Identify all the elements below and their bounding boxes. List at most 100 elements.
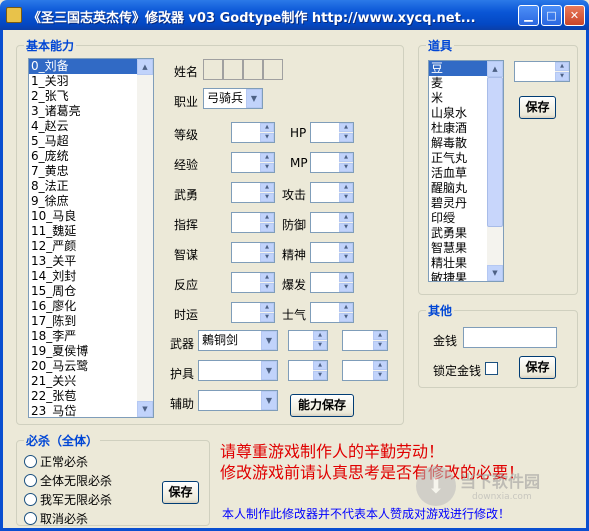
spin-up-icon[interactable]: ▲ <box>260 303 274 312</box>
exp-field[interactable]: ▲ ▼ <box>231 152 275 173</box>
character-list-item[interactable]: 16_廖化 <box>29 299 153 314</box>
spin-up-icon[interactable]: ▲ <box>313 331 327 340</box>
character-list-item[interactable]: 22_张苞 <box>29 389 153 404</box>
spin-up-icon[interactable]: ▲ <box>373 331 387 340</box>
spin-down-icon[interactable]: ▼ <box>260 283 274 292</box>
armor-select[interactable]: ▼ <box>198 360 278 381</box>
spin-up-icon[interactable]: ▲ <box>313 361 327 370</box>
intellect-field[interactable]: ▲ ▼ <box>231 242 275 263</box>
character-list-item[interactable]: 9_徐庶 <box>29 194 153 209</box>
spin-down-icon[interactable]: ▼ <box>260 253 274 262</box>
kill-option-radio[interactable]: 我军无限必杀 <box>24 493 112 508</box>
luck-field[interactable]: ▲ ▼ <box>231 302 275 323</box>
spin-up-icon[interactable]: ▲ <box>260 213 274 222</box>
force-field[interactable]: ▲ ▼ <box>231 182 275 203</box>
command-field[interactable]: ▲ ▼ <box>231 212 275 233</box>
spin-down-icon[interactable]: ▼ <box>339 133 353 142</box>
character-list-item[interactable]: 21_关兴 <box>29 374 153 389</box>
kill-option-radio[interactable]: 正常必杀 <box>24 455 88 470</box>
character-list-item[interactable]: 2_张飞 <box>29 89 153 104</box>
radio-icon[interactable] <box>24 493 37 506</box>
radio-icon[interactable] <box>24 512 37 525</box>
radio-icon[interactable] <box>24 455 37 468</box>
maximize-button[interactable]: □ <box>541 5 562 26</box>
spin-up-icon[interactable]: ▲ <box>339 213 353 222</box>
name-char-4[interactable] <box>263 59 283 80</box>
scroll-down-icon[interactable]: ▼ <box>487 265 503 281</box>
character-list-item[interactable]: 5_马超 <box>29 134 153 149</box>
character-list-item[interactable]: 20_马云鹭 <box>29 359 153 374</box>
name-char-1[interactable] <box>203 59 223 80</box>
other-save-button[interactable]: 保存 <box>519 356 556 379</box>
spin-up-icon[interactable]: ▲ <box>339 303 353 312</box>
character-list-item[interactable]: 3_诸葛亮 <box>29 104 153 119</box>
chevron-down-icon[interactable]: ▼ <box>261 391 277 410</box>
spin-down-icon[interactable]: ▼ <box>339 223 353 232</box>
close-button[interactable]: ✕ <box>564 5 585 26</box>
armor-param-2[interactable]: ▲ ▼ <box>342 360 388 381</box>
chevron-down-icon[interactable]: ▼ <box>261 331 277 350</box>
character-list[interactable]: 0_刘备 1_关羽 2_张飞 3_诸葛亮 4_赵云 5_马超 6_庞统 7_黄忠 8_法正 9_徐… <box>28 58 154 418</box>
spin-down-icon[interactable]: ▼ <box>313 371 327 380</box>
ability-save-button[interactable]: 能力保存 <box>290 394 354 417</box>
money-field[interactable] <box>463 327 557 348</box>
level-field[interactable]: ▲ ▼ <box>231 122 275 143</box>
spin-up-icon[interactable]: ▲ <box>339 123 353 132</box>
lock-money-checkbox[interactable] <box>485 362 498 375</box>
radio-icon[interactable] <box>24 474 37 487</box>
spin-up-icon[interactable]: ▲ <box>260 183 274 192</box>
kill-option-radio[interactable]: 取消必杀 <box>24 512 88 527</box>
spin-down-icon[interactable]: ▼ <box>260 223 274 232</box>
scroll-up-icon[interactable]: ▲ <box>487 61 503 77</box>
character-list-item[interactable]: 17_陈到 <box>29 314 153 329</box>
character-list-item[interactable]: 18_李严 <box>29 329 153 344</box>
spin-down-icon[interactable]: ▼ <box>260 163 274 172</box>
character-list-item[interactable]: 13_关平 <box>29 254 153 269</box>
character-list-item[interactable]: 15_周仓 <box>29 284 153 299</box>
character-list-item[interactable]: 0_刘备 <box>29 59 153 74</box>
chevron-down-icon[interactable]: ▼ <box>261 361 277 380</box>
title-bar[interactable]: 《圣三国志英杰传》修改器 v03 Godtype制作 http://www.xy… <box>0 0 589 30</box>
burst-field[interactable]: ▲ ▼ <box>310 272 354 293</box>
mp-field[interactable]: ▲ ▼ <box>310 152 354 173</box>
character-list-item[interactable]: 8_法正 <box>29 179 153 194</box>
kill-save-button[interactable]: 保存 <box>162 481 199 504</box>
spin-down-icon[interactable]: ▼ <box>339 313 353 322</box>
weapon-param-2[interactable]: ▲ ▼ <box>342 330 388 351</box>
item-list-scrollbar[interactable]: ▲ ▼ <box>487 61 503 281</box>
character-list-item[interactable]: 10_马良 <box>29 209 153 224</box>
spin-down-icon[interactable]: ▼ <box>260 193 274 202</box>
attack-field[interactable]: ▲ ▼ <box>310 182 354 203</box>
spin-down-icon[interactable]: ▼ <box>373 341 387 350</box>
minimize-button[interactable]: ▁ <box>518 5 539 26</box>
kill-option-radio[interactable]: 全体无限必杀 <box>24 474 112 489</box>
spin-down-icon[interactable]: ▼ <box>260 133 274 142</box>
weapon-param-1[interactable]: ▲ ▼ <box>288 330 328 351</box>
spin-down-icon[interactable]: ▼ <box>373 371 387 380</box>
name-char-3[interactable] <box>243 59 263 80</box>
hp-field[interactable]: ▲ ▼ <box>310 122 354 143</box>
character-list-item[interactable]: 19_夏侯博 <box>29 344 153 359</box>
scroll-thumb[interactable] <box>487 77 503 227</box>
scroll-down-icon[interactable]: ▼ <box>137 401 153 417</box>
spin-down-icon[interactable]: ▼ <box>339 163 353 172</box>
spin-down-icon[interactable]: ▼ <box>555 72 569 81</box>
spin-up-icon[interactable]: ▲ <box>260 123 274 132</box>
character-list-item[interactable]: 7_黄忠 <box>29 164 153 179</box>
armor-param-1[interactable]: ▲ ▼ <box>288 360 328 381</box>
character-list-item[interactable]: 11_魏延 <box>29 224 153 239</box>
spin-up-icon[interactable]: ▲ <box>339 243 353 252</box>
character-list-item[interactable]: 6_庞统 <box>29 149 153 164</box>
reaction-field[interactable]: ▲ ▼ <box>231 272 275 293</box>
character-list-item[interactable]: 12_严颜 <box>29 239 153 254</box>
character-list-item[interactable]: 4_赵云 <box>29 119 153 134</box>
spin-down-icon[interactable]: ▼ <box>260 313 274 322</box>
spin-up-icon[interactable]: ▲ <box>260 273 274 282</box>
spin-down-icon[interactable]: ▼ <box>313 341 327 350</box>
spirit-field[interactable]: ▲ ▼ <box>310 242 354 263</box>
spin-down-icon[interactable]: ▼ <box>339 253 353 262</box>
spin-up-icon[interactable]: ▲ <box>260 243 274 252</box>
spin-down-icon[interactable]: ▼ <box>339 283 353 292</box>
spin-up-icon[interactable]: ▲ <box>555 62 569 71</box>
item-quantity-field[interactable]: ▲ ▼ <box>514 61 570 82</box>
